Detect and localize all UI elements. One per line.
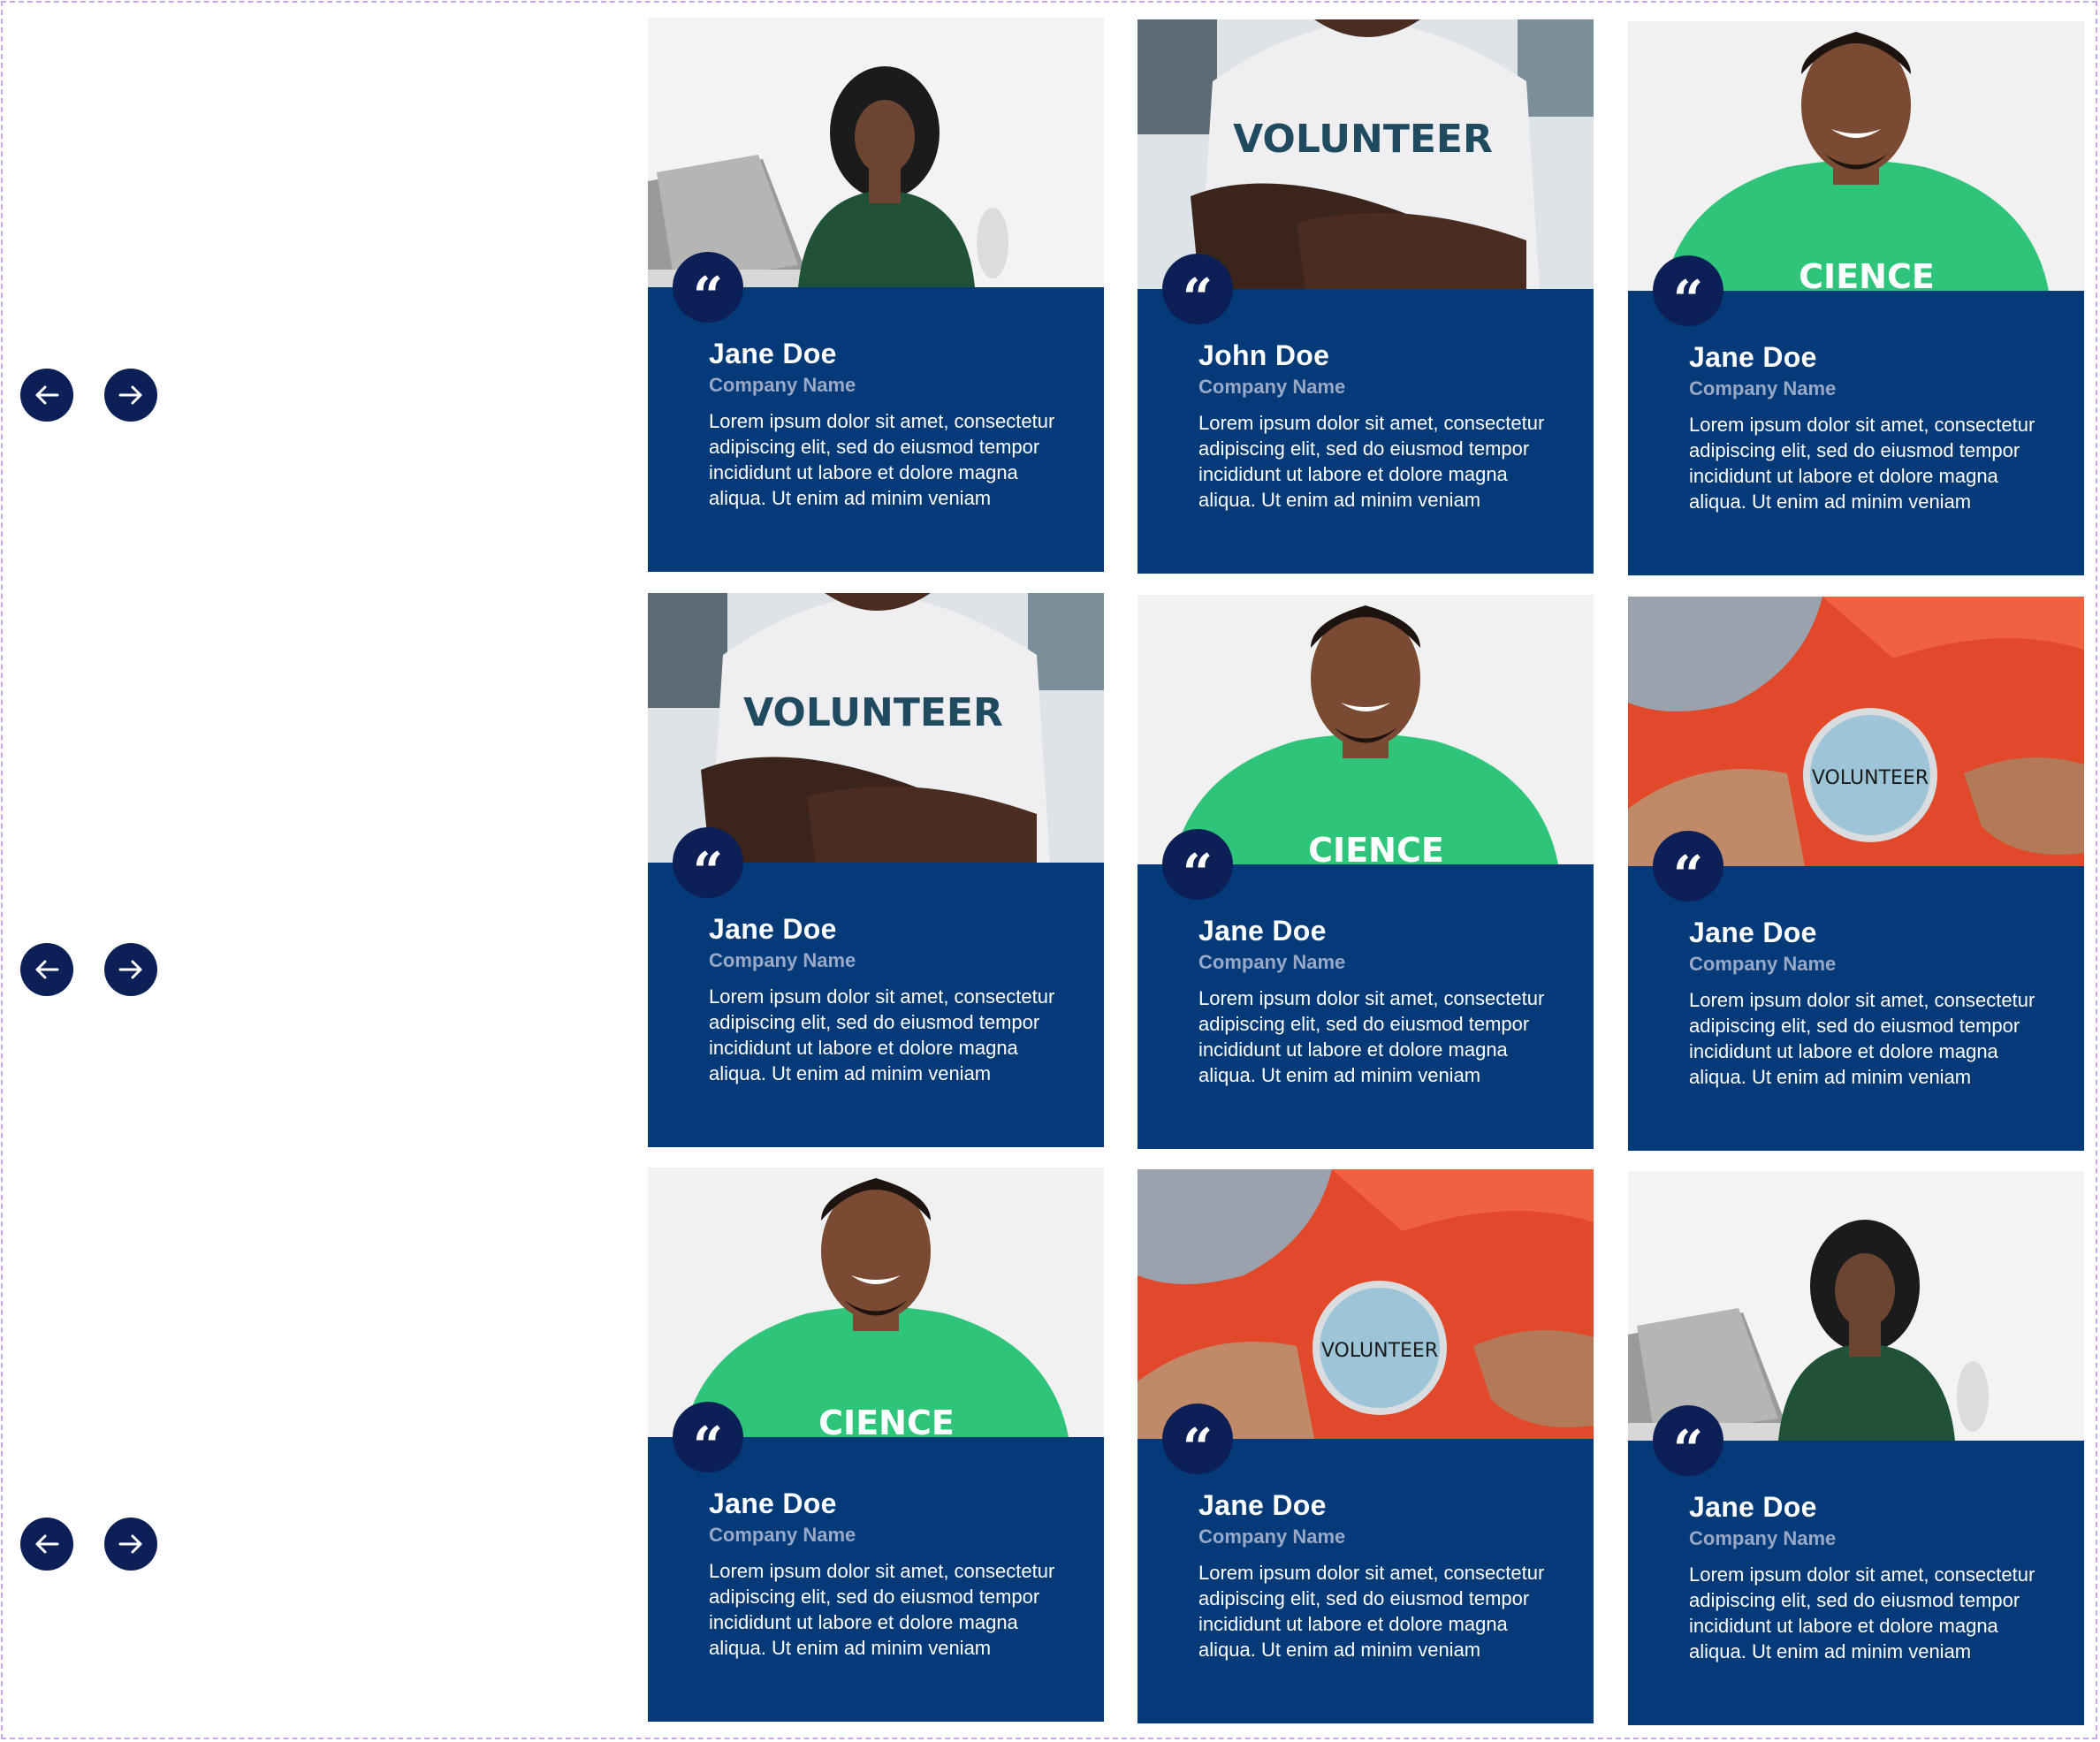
- svg-text:VOLUNTEER: VOLUNTEER: [743, 690, 1003, 735]
- testimonial-text: Lorem ipsum dolor sit amet, consectetur …: [1198, 987, 1545, 1086]
- testimonial-card-r3-c1: CIENCE “ Jane Doe Company Name Lorem ips…: [648, 1168, 1104, 1722]
- volunteer-badge-photo: VOLUNTEER: [1138, 1169, 1594, 1439]
- testimonial-body: Jane Doe Company Name Lorem ipsum dolor …: [1198, 1487, 1570, 1662]
- person-name: Jane Doe: [1198, 915, 1327, 947]
- svg-text:CIENCE: CIENCE: [1308, 831, 1444, 864]
- company-name: Company Name: [1689, 953, 1837, 975]
- quote-icon: “: [1162, 829, 1233, 901]
- woman-with-laptop-photo: [648, 18, 1104, 287]
- quote-icon: “: [673, 827, 743, 899]
- testimonial-card-r1-c2: VOLUNTEER “ John Doe Company Name Lorem …: [1138, 19, 1594, 574]
- company-name: Company Name: [709, 374, 856, 396]
- svg-text:VOLUNTEER: VOLUNTEER: [1321, 1340, 1438, 1362]
- testimonial-text: Lorem ipsum dolor sit amet, consectetur …: [1689, 414, 2035, 513]
- quote-icon: “: [1653, 255, 1723, 327]
- testimonial-body: Jane Doe Company Name Lorem ipsum dolor …: [1198, 913, 1570, 1088]
- man-science-shirt-photo: CIENCE: [1628, 21, 2084, 291]
- quote-icon: “: [673, 252, 743, 323]
- testimonial-body: Jane Doe Company Name Lorem ipsum dolor …: [1689, 339, 2060, 514]
- man-science-shirt-photo: CIENCE: [1138, 595, 1594, 864]
- testimonial-body: Jane Doe Company Name Lorem ipsum dolor …: [1689, 1489, 2060, 1664]
- quote-icon: “: [1653, 1405, 1723, 1477]
- man-science-shirt-photo: CIENCE: [648, 1168, 1104, 1437]
- testimonial-text: Lorem ipsum dolor sit amet, consectetur …: [709, 1560, 1055, 1659]
- testimonial-body: John Doe Company Name Lorem ipsum dolor …: [1198, 338, 1570, 513]
- svg-text:CIENCE: CIENCE: [1799, 257, 1935, 291]
- company-name: Company Name: [1689, 377, 1837, 399]
- testimonial-card-r2-c1: VOLUNTEER “ Jane Doe Company Name Lorem …: [648, 593, 1104, 1147]
- next-arrow-button-row-3[interactable]: [104, 1518, 157, 1571]
- person-name: Jane Doe: [709, 338, 837, 369]
- person-name: Jane Doe: [1689, 917, 1817, 948]
- woman-with-laptop-photo: [1628, 1171, 2084, 1441]
- testimonial-body: Jane Doe Company Name Lorem ipsum dolor …: [1689, 915, 2060, 1090]
- quote-icon: “: [1653, 831, 1723, 902]
- person-name: Jane Doe: [1689, 1491, 1817, 1523]
- testimonial-card-r3-c2: VOLUNTEER “ Jane Doe Company Name Lorem …: [1138, 1169, 1594, 1723]
- company-name: Company Name: [1198, 376, 1346, 398]
- volunteer-shirt-photo: VOLUNTEER: [1138, 19, 1594, 289]
- prev-arrow-button-row-1[interactable]: [20, 369, 73, 422]
- testimonial-card-r2-c2: CIENCE “ Jane Doe Company Name Lorem ips…: [1138, 595, 1594, 1149]
- person-name: Jane Doe: [709, 913, 837, 945]
- company-name: Company Name: [709, 949, 856, 971]
- next-arrow-button-row-1[interactable]: [104, 369, 157, 422]
- quote-icon: “: [1162, 254, 1233, 325]
- testimonial-text: Lorem ipsum dolor sit amet, consectetur …: [709, 985, 1055, 1084]
- company-name: Company Name: [1198, 951, 1346, 973]
- prev-arrow-button-row-3[interactable]: [20, 1518, 73, 1571]
- testimonial-card-r2-c3: VOLUNTEER “ Jane Doe Company Name Lorem …: [1628, 597, 2084, 1151]
- quote-icon: “: [673, 1402, 743, 1473]
- person-name: Jane Doe: [1689, 341, 1817, 373]
- arrow-right-icon: [118, 385, 142, 405]
- testimonial-card-r3-c3: “ Jane Doe Company Name Lorem ipsum dolo…: [1628, 1171, 2084, 1725]
- testimonial-body: Jane Doe Company Name Lorem ipsum dolor …: [709, 1486, 1080, 1661]
- testimonial-text: Lorem ipsum dolor sit amet, consectetur …: [709, 410, 1055, 509]
- testimonial-text: Lorem ipsum dolor sit amet, consectetur …: [1198, 412, 1545, 511]
- testimonial-text: Lorem ipsum dolor sit amet, consectetur …: [1198, 1562, 1545, 1661]
- arrow-right-icon: [118, 960, 142, 979]
- company-name: Company Name: [1689, 1527, 1837, 1549]
- arrow-left-icon: [35, 1534, 59, 1554]
- testimonial-text: Lorem ipsum dolor sit amet, consectetur …: [1689, 989, 2035, 1088]
- next-arrow-button-row-2[interactable]: [104, 943, 157, 996]
- svg-text:CIENCE: CIENCE: [818, 1403, 955, 1437]
- svg-text:VOLUNTEER: VOLUNTEER: [1812, 767, 1929, 789]
- quote-icon: “: [1162, 1403, 1233, 1475]
- svg-text:VOLUNTEER: VOLUNTEER: [1233, 117, 1493, 162]
- person-name: Jane Doe: [709, 1487, 837, 1519]
- testimonial-body: Jane Doe Company Name Lorem ipsum dolor …: [709, 336, 1080, 511]
- company-name: Company Name: [709, 1524, 856, 1546]
- arrow-right-icon: [118, 1534, 142, 1554]
- testimonial-text: Lorem ipsum dolor sit amet, consectetur …: [1689, 1563, 2035, 1662]
- testimonial-body: Jane Doe Company Name Lorem ipsum dolor …: [709, 911, 1080, 1086]
- person-name: John Doe: [1198, 339, 1330, 371]
- volunteer-badge-photo: VOLUNTEER: [1628, 597, 2084, 866]
- arrow-left-icon: [35, 385, 59, 405]
- prev-arrow-button-row-2[interactable]: [20, 943, 73, 996]
- testimonial-card-r1-c1: “ Jane Doe Company Name Lorem ipsum dolo…: [648, 18, 1104, 572]
- testimonial-card-r1-c3: CIENCE “ Jane Doe Company Name Lorem ips…: [1628, 21, 2084, 575]
- company-name: Company Name: [1198, 1525, 1346, 1548]
- arrow-left-icon: [35, 960, 59, 979]
- volunteer-shirt-photo: VOLUNTEER: [648, 593, 1104, 863]
- person-name: Jane Doe: [1198, 1489, 1327, 1521]
